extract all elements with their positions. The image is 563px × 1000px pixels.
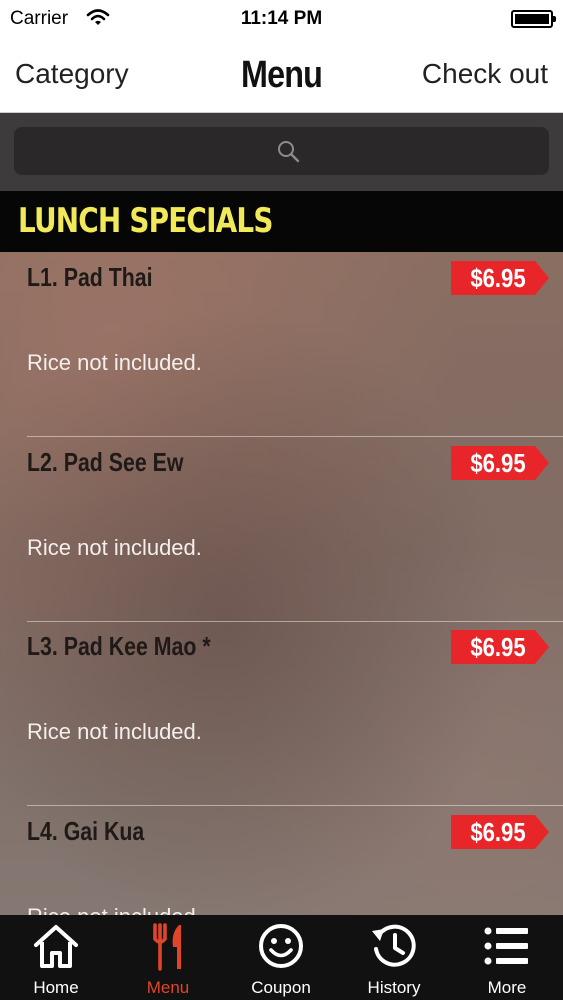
fork-knife-icon xyxy=(143,921,193,971)
menu-item-name: L3. Pad Kee Mao * xyxy=(27,631,211,661)
menu-item-price: $6.95 xyxy=(470,263,526,293)
status-time: 11:14 PM xyxy=(240,8,323,29)
history-icon xyxy=(369,921,419,971)
tab-label: History xyxy=(367,978,421,997)
menu-item-description: Rice not included. xyxy=(27,904,202,915)
tab-bar: Home Menu Coupon History More xyxy=(0,915,563,1000)
checkout-button[interactable]: Check out xyxy=(422,58,548,90)
menu-item-l1[interactable]: L1. Pad Thai $6.95 Rice not included. xyxy=(0,252,563,437)
section-header: LUNCH SPECIALS xyxy=(0,191,563,252)
status-bar: Carrier 11:14 PM xyxy=(0,0,563,40)
menu-item-l3[interactable]: L3. Pad Kee Mao * $6.95 Rice not include… xyxy=(0,621,563,806)
search-area xyxy=(0,113,563,191)
tab-home[interactable]: Home xyxy=(0,915,112,1000)
menu-item-name: L4. Gai Kua xyxy=(27,816,145,846)
tab-label: Home xyxy=(33,978,79,997)
list-icon xyxy=(482,921,532,971)
tab-more[interactable]: More xyxy=(451,915,563,1000)
menu-item-price: $6.95 xyxy=(470,632,526,662)
home-icon xyxy=(31,921,81,971)
tab-coupon[interactable]: Coupon xyxy=(225,915,337,1000)
price-tag: $6.95 xyxy=(451,815,549,849)
price-tag: $6.95 xyxy=(451,446,549,480)
price-tag: $6.95 xyxy=(451,261,549,295)
search-input[interactable] xyxy=(14,127,549,175)
navigation-bar: Category Menu Check out xyxy=(0,40,563,113)
menu-list[interactable]: L1. Pad Thai $6.95 Rice not included. L2… xyxy=(0,252,563,915)
menu-item-description: Rice not included. xyxy=(27,350,202,375)
menu-item-price: $6.95 xyxy=(470,817,526,847)
search-icon xyxy=(276,139,300,168)
smiley-icon xyxy=(256,921,306,971)
menu-item-l4[interactable]: L4. Gai Kua $6.95 Rice not included. xyxy=(0,806,563,915)
price-tag: $6.95 xyxy=(451,630,549,664)
menu-item-description: Rice not included. xyxy=(27,719,202,744)
menu-item-description: Rice not included. xyxy=(27,535,202,560)
menu-item-name: L1. Pad Thai xyxy=(27,262,153,292)
tab-label: More xyxy=(487,978,527,997)
tab-label: Menu xyxy=(146,978,190,997)
tab-history[interactable]: History xyxy=(338,915,450,1000)
tab-menu[interactable]: Menu xyxy=(112,915,224,1000)
battery-icon xyxy=(511,10,556,28)
tab-label: Coupon xyxy=(251,978,311,997)
section-title: LUNCH SPECIALS xyxy=(18,201,273,241)
menu-item-name: L2. Pad See Ew xyxy=(27,447,184,477)
menu-item-price: $6.95 xyxy=(470,448,526,478)
menu-item-l2[interactable]: L2. Pad See Ew $6.95 Rice not included. xyxy=(0,437,563,622)
